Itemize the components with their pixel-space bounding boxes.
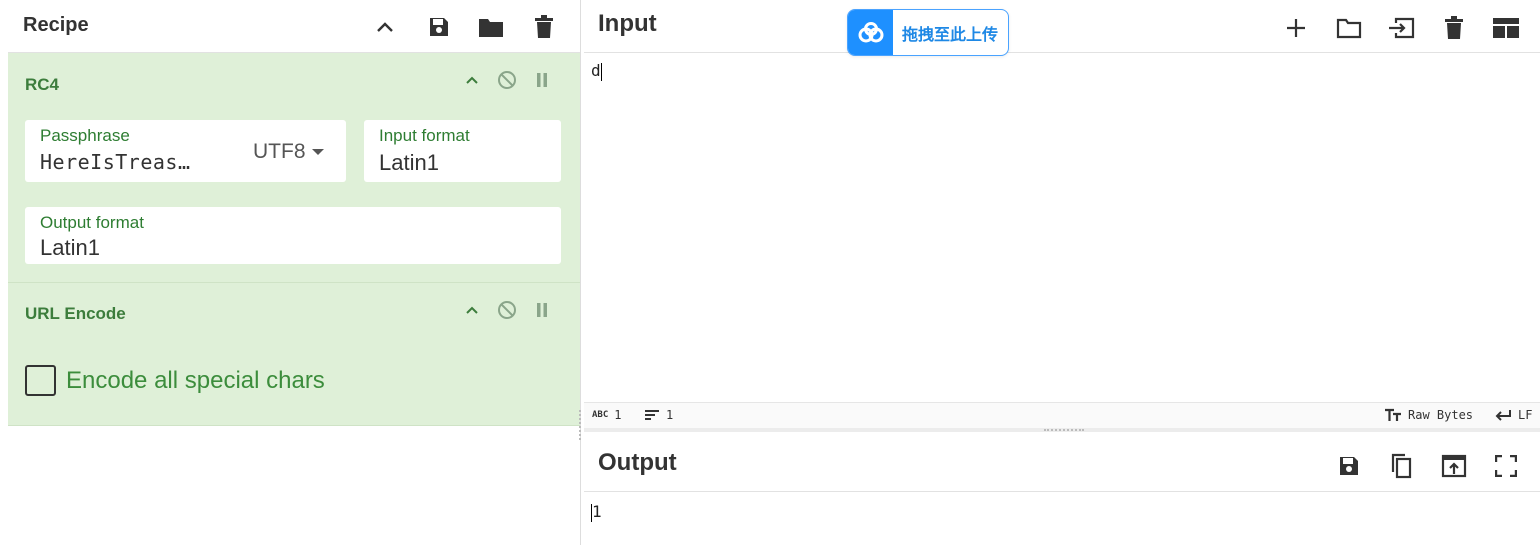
- input-textarea[interactable]: d: [591, 61, 602, 81]
- disable-operation-icon[interactable]: [496, 69, 518, 91]
- input-header: Input: [584, 0, 1540, 53]
- passphrase-field[interactable]: Passphrase HereIsTreas… UTF8: [25, 120, 346, 182]
- output-title: Output: [598, 449, 677, 476]
- operation-url-encode: URL Encode Encode all special chars: [8, 283, 580, 426]
- passphrase-encoding-value: UTF8: [253, 140, 306, 163]
- char-count: ABC 1: [592, 408, 622, 422]
- save-recipe-icon[interactable]: [425, 13, 453, 41]
- output-format-label: Output format: [40, 213, 144, 232]
- output-pane: Output 1: [584, 432, 1540, 545]
- collapse-operation-icon[interactable]: [461, 69, 483, 91]
- line-count-value: 1: [666, 408, 674, 422]
- encode-special-chars-option[interactable]: Encode all special chars: [25, 365, 325, 396]
- eol-selector[interactable]: LF: [1494, 408, 1532, 422]
- operation-rc4: RC4 Passphrase HereIsTreas… UTF8 Input f…: [8, 53, 580, 283]
- input-format-label: Input format: [379, 126, 470, 145]
- output-format-value[interactable]: Latin1: [40, 235, 100, 261]
- load-recipe-icon[interactable]: [477, 13, 505, 41]
- breakpoint-icon[interactable]: [531, 69, 553, 91]
- recipe-title: Recipe: [23, 14, 89, 36]
- char-count-value: 1: [614, 408, 622, 422]
- cyberchef-window: Recipe RC4 Passphrase HereIsTreas… UTF8 …: [0, 0, 1540, 545]
- pane-resize-handle[interactable]: [579, 410, 582, 440]
- open-file-icon[interactable]: [1386, 13, 1416, 43]
- disable-operation-icon[interactable]: [496, 299, 518, 321]
- input-format-field[interactable]: Input format Latin1: [364, 120, 561, 182]
- operation-title: RC4: [25, 75, 60, 94]
- encode-special-chars-label: Encode all special chars: [66, 366, 325, 394]
- output-format-field[interactable]: Output format Latin1: [25, 207, 561, 264]
- return-arrow-icon: [1495, 410, 1511, 421]
- save-output-icon[interactable]: [1334, 451, 1364, 481]
- input-text: d: [591, 61, 601, 80]
- clear-input-icon[interactable]: [1439, 13, 1469, 43]
- upload-drop-button[interactable]: 拖拽至此上传: [847, 9, 1009, 56]
- passphrase-label: Passphrase: [40, 126, 130, 145]
- upload-label: 拖拽至此上传: [902, 26, 999, 44]
- abc-icon: ABC: [592, 410, 609, 420]
- open-folder-icon[interactable]: [1334, 13, 1364, 43]
- cloud-upload-icon: [848, 10, 893, 55]
- add-tab-icon[interactable]: [1281, 13, 1311, 43]
- breakpoint-icon[interactable]: [531, 299, 553, 321]
- lines-icon: [645, 410, 659, 420]
- encode-special-chars-checkbox[interactable]: [25, 365, 56, 396]
- output-textarea[interactable]: 1: [591, 502, 602, 522]
- recipe-header: Recipe: [8, 0, 580, 53]
- passphrase-encoding-dropdown[interactable]: UTF8: [253, 140, 324, 164]
- replace-input-icon[interactable]: [1439, 451, 1469, 481]
- input-pane: Input d: [584, 0, 1540, 402]
- output-header: Output: [584, 432, 1540, 492]
- encoding-selector[interactable]: Raw Bytes: [1384, 408, 1473, 422]
- operation-title: URL Encode: [25, 304, 126, 323]
- caret-down-icon: [311, 149, 324, 155]
- reset-layout-icon[interactable]: [1491, 13, 1521, 43]
- collapse-all-icon[interactable]: [371, 13, 399, 41]
- line-count: 1: [644, 408, 673, 422]
- eol-value: LF: [1518, 408, 1533, 422]
- text-cursor: [600, 62, 602, 81]
- passphrase-input[interactable]: HereIsTreas…: [40, 150, 220, 174]
- clear-recipe-icon[interactable]: [530, 13, 558, 41]
- input-format-value[interactable]: Latin1: [379, 150, 439, 176]
- encoding-value: Raw Bytes: [1408, 408, 1474, 422]
- recipe-pane: Recipe RC4 Passphrase HereIsTreas… UTF8 …: [0, 0, 581, 545]
- input-title: Input: [598, 10, 657, 37]
- input-status-bar: ABC 1 1 Raw Bytes LF: [584, 402, 1540, 428]
- resize-grip: [1044, 429, 1084, 431]
- collapse-operation-icon[interactable]: [461, 299, 483, 321]
- text-size-icon: [1385, 408, 1401, 421]
- copy-output-icon[interactable]: [1386, 451, 1416, 481]
- maximize-output-icon[interactable]: [1491, 451, 1521, 481]
- output-text: 1: [592, 502, 602, 521]
